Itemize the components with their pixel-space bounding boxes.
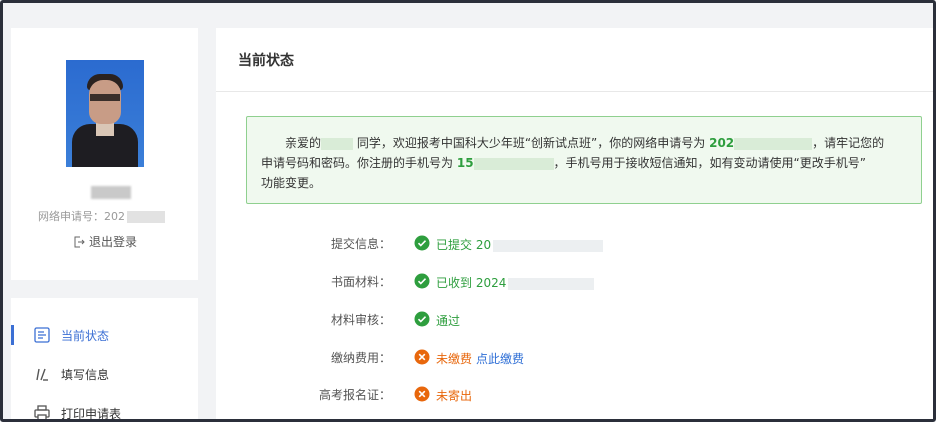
application-number-mask — [734, 137, 813, 150]
status-value-text: 未缴费 — [436, 352, 473, 366]
status-row-payment: 缴纳费用： 未缴费 点此缴费 — [216, 347, 933, 367]
status-row-written-materials: 书面材料： 已收到 2024 — [216, 271, 933, 291]
status-value: 未寄出 — [436, 389, 473, 403]
profile-card: 网络申请号：202 退出登录 — [11, 28, 198, 280]
logout-button[interactable]: 退出登录 — [73, 233, 137, 250]
sidebar-item-label: 打印申请表 — [61, 407, 122, 421]
status-value: 未缴费 点此缴费 — [436, 350, 524, 367]
notice-text: ，手机号用于接收短信通知，如有变动请使用“更改手机号” — [553, 156, 866, 170]
check-circle-icon — [414, 235, 430, 251]
pay-now-link[interactable]: 点此缴费 — [476, 352, 524, 366]
sidebar-item-label: 当前状态 — [61, 329, 110, 343]
logout-icon — [74, 236, 85, 247]
notice-text: 同学，欢迎报考中国科大少年班“创新试点班”，你的网络申请号为 — [356, 136, 706, 150]
notice-text: ，请牢记您的 — [812, 136, 885, 150]
status-row-review: 材料审核： 通过 — [216, 309, 933, 329]
document-list-icon — [34, 327, 50, 343]
status-key: 高考报名证： — [318, 388, 391, 402]
application-number-mask — [127, 211, 165, 223]
status-value-mask — [508, 277, 595, 290]
application-number-label: 网络申请号：202 — [38, 210, 125, 223]
status-value: 已提交 20 — [436, 236, 604, 253]
status-key: 提交信息： — [330, 237, 391, 251]
phone-mask — [473, 157, 554, 170]
notice-phone-number: 15 — [456, 156, 474, 170]
check-circle-icon — [414, 311, 430, 327]
notice-text: 功能变更。 — [261, 176, 322, 190]
notice-text: 申请号码和密码。你注册的手机号为 — [261, 156, 454, 170]
status-value-text: 已提交 20 — [436, 238, 492, 252]
logout-label: 退出登录 — [89, 235, 138, 249]
status-value: 通过 — [436, 314, 461, 328]
status-row-submit-info: 提交信息： 已提交 20 — [216, 233, 933, 253]
error-circle-icon — [414, 386, 430, 402]
status-key: 书面材料： — [330, 275, 391, 289]
app-window: 网络申请号：202 退出登录 当前状态 填写信息 打印申请表 当前状态 亲爱的 … — [0, 0, 936, 422]
sidebar-item-label: 填写信息 — [61, 368, 110, 382]
active-indicator — [11, 325, 14, 345]
status-key: 缴纳费用： — [330, 351, 391, 365]
sidebar-item-current-status[interactable]: 当前状态 — [11, 323, 198, 347]
sidebar-menu: 当前状态 填写信息 打印申请表 — [11, 298, 198, 421]
status-key: 材料审核： — [330, 313, 391, 327]
name-mask — [321, 137, 354, 150]
page-title: 当前状态 — [238, 53, 294, 69]
printer-icon — [34, 405, 50, 419]
welcome-notice: 亲爱的 同学，欢迎报考中国科大少年班“创新试点班”，你的网络申请号为 202 ，请… — [246, 116, 922, 204]
status-value: 已收到 2024 — [436, 274, 595, 291]
status-value-mask — [493, 239, 604, 252]
status-row-exam-card: 高考报名证： 未寄出 — [216, 384, 933, 404]
notice-application-number: 202 — [709, 136, 735, 150]
check-circle-icon — [414, 273, 430, 289]
pen-edit-icon — [36, 368, 48, 381]
avatar — [66, 60, 144, 167]
main-panel: 当前状态 亲爱的 同学，欢迎报考中国科大少年班“创新试点班”，你的网络申请号为 … — [216, 28, 933, 419]
status-value-text: 已收到 2024 — [436, 276, 507, 290]
student-name-masked — [91, 186, 131, 199]
title-divider — [216, 91, 933, 92]
application-number: 网络申请号：202 — [38, 208, 165, 224]
notice-text: 亲爱的 — [285, 136, 322, 150]
sidebar-item-fill-info[interactable]: 填写信息 — [11, 362, 198, 386]
error-circle-icon — [414, 349, 430, 365]
sidebar-item-print-form[interactable]: 打印申请表 — [11, 401, 198, 421]
